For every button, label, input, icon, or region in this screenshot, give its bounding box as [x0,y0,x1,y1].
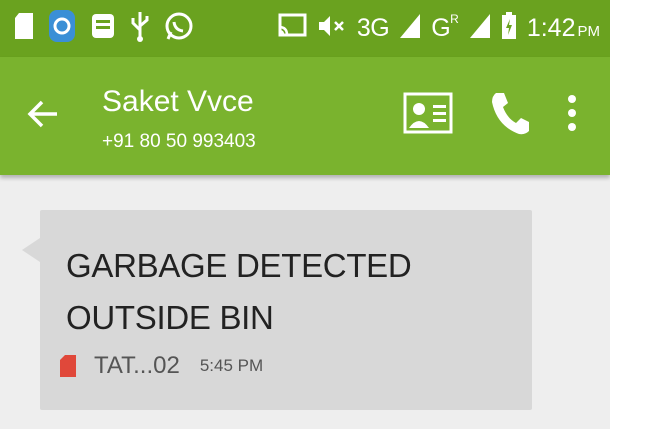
conversation-toolbar: Saket Vvce +91 80 50 993403 [0,57,610,175]
call-button[interactable] [480,85,540,145]
contact-card-button[interactable] [398,85,458,145]
clock-time: 1:42 [526,13,576,42]
signal-icon [469,13,491,44]
cast-icon [277,13,307,44]
app-icon [48,9,76,48]
roaming-label: R [450,11,459,26]
message-sender: TAT...02 [94,352,180,379]
status-bar: 3G G R 1:42 PM [0,0,610,57]
phone-screen: 3G G R 1:42 PM Saket Vvce +91 80 50 9934… [0,0,610,429]
clock-ampm: PM [577,22,601,40]
clock: 1:42 PM [527,14,600,43]
network-3g-label: 3G [356,13,390,42]
usb-storage-icon [90,12,116,45]
sim-card-icon [60,355,76,377]
contact-name: Saket Vvce [102,85,254,118]
whatsapp-icon [164,11,194,46]
contact-number: +91 80 50 993403 [102,131,256,152]
phone-icon [489,90,531,141]
contact-card-icon [403,92,453,139]
network-g-label: G [431,13,451,42]
overflow-menu-button[interactable] [542,85,602,145]
more-vert-icon [566,94,578,137]
status-bar-system: 3G G R 1:42 PM [277,10,600,46]
message-time: 5:45 PM [199,356,264,375]
sd-card-icon [14,12,34,45]
bubble-tail [22,238,40,262]
mute-icon [317,13,347,44]
usb-icon [130,10,150,47]
message-meta: TAT...02 5:45 PM [60,352,263,380]
arrow-back-icon [27,99,59,134]
back-button[interactable] [18,91,68,141]
signal-icon [399,13,421,44]
message-bubble[interactable]: GARBAGE DETECTED OUTSIDE BIN TAT...02 5:… [22,210,532,410]
status-bar-notifications [14,9,194,48]
battery-icon [501,11,517,45]
message-text: GARBAGE DETECTED OUTSIDE BIN [66,247,412,336]
network-g-indicator: G R [431,11,459,43]
